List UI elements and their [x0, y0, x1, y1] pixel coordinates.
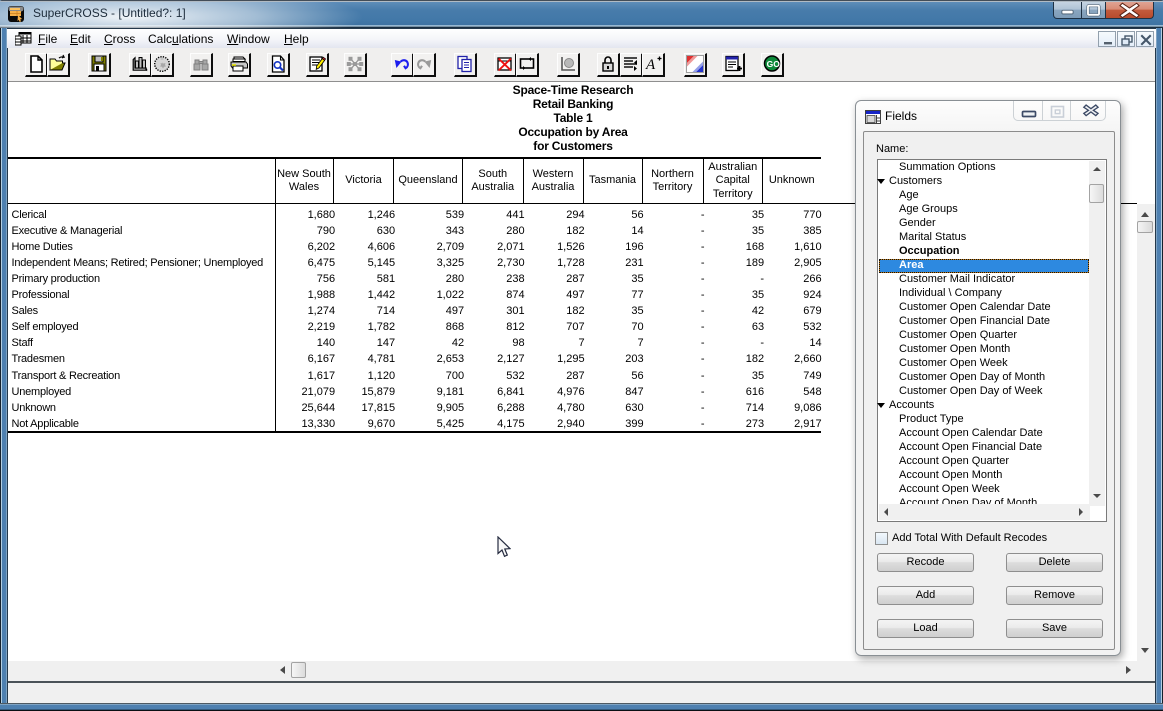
svg-text:GO: GO — [767, 59, 781, 69]
svg-text:A: A — [645, 57, 656, 73]
